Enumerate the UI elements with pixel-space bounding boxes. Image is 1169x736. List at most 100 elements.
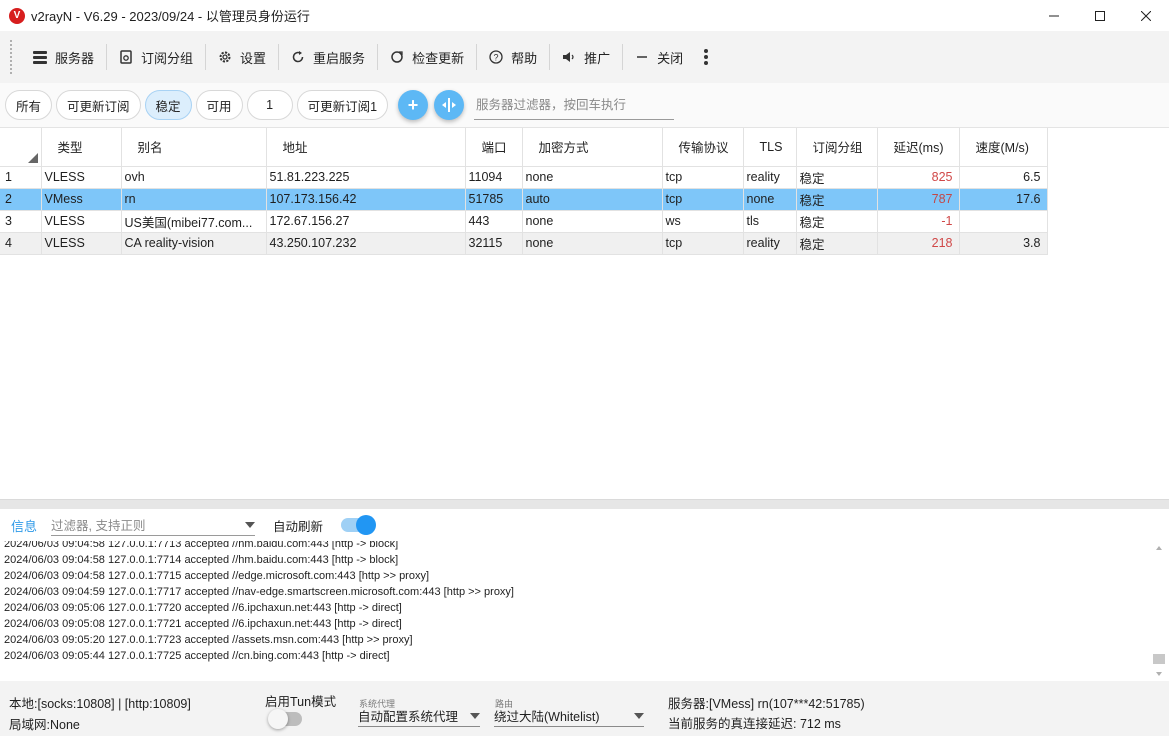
log-filter-combo[interactable]: 过滤器, 支持正则 [51, 514, 256, 536]
column-group[interactable]: 订阅分组 [796, 128, 878, 167]
cell-port: 443 [465, 210, 523, 233]
table-row[interactable]: 1 VLESS ovh 51.81.223.225 11094 none tcp… [0, 166, 1048, 189]
cell-port: 11094 [465, 166, 523, 189]
help-button[interactable]: ? 帮助 [477, 40, 549, 74]
chip-all[interactable]: 所有 [5, 90, 53, 120]
row-number: 2 [0, 188, 42, 211]
auto-refresh-toggle[interactable] [341, 515, 377, 535]
panel-splitter[interactable] [0, 499, 1169, 509]
log-toolbar: 信息 过滤器, 支持正则 自动刷新 [0, 509, 1169, 541]
cell-speed [959, 210, 1048, 233]
chip-stable[interactable]: 稳定 [144, 90, 192, 120]
table-row[interactable]: 3 VLESS US美国(mibei77.com... 172.67.156.2… [0, 210, 1048, 233]
column-address[interactable]: 地址 [266, 128, 466, 167]
column-alias[interactable]: 别名 [121, 128, 267, 167]
speaker-icon [563, 52, 574, 62]
cell-delay: -1 [877, 210, 960, 233]
subscription-icon [120, 50, 132, 64]
cell-group: 稳定 [796, 166, 878, 189]
column-network[interactable]: 传输协议 [662, 128, 744, 167]
cell-address: 172.67.156.27 [266, 210, 466, 233]
settings-label: 设置 [240, 50, 267, 66]
help-label: 帮助 [511, 50, 538, 66]
routing-value: 绕过大陆(Whitelist) [494, 710, 600, 724]
maximize-button[interactable] [1077, 0, 1123, 31]
chip-updatable-subscription[interactable]: 可更新订阅 [56, 90, 141, 120]
log-line: 2024/06/03 09:04:58 127.0.0.1:7715 accep… [4, 570, 430, 582]
cell-port: 32115 [465, 232, 523, 255]
cell-tls: none [743, 188, 797, 211]
server-table: 类型 别名 地址 端口 加密方式 传输协议 TLS 订阅分组 延迟(ms) 速度… [0, 127, 1169, 499]
subscription-button[interactable]: 订阅分组 [107, 40, 205, 74]
log-line: 2024/06/03 09:05:20 127.0.0.1:7723 accep… [4, 634, 413, 646]
cell-address: 43.250.107.232 [266, 232, 466, 255]
cell-speed: 6.5 [959, 166, 1048, 189]
log-scrollbar[interactable] [1151, 541, 1167, 681]
column-delay[interactable]: 延迟(ms) [877, 128, 960, 167]
log-line: 2024/06/03 09:05:08 127.0.0.1:7721 accep… [4, 618, 402, 630]
chip-available[interactable]: 可用 [195, 90, 243, 120]
cell-group: 稳定 [796, 188, 878, 211]
system-proxy-select[interactable]: 自动配置系统代理 [358, 705, 480, 727]
move-group-button[interactable] [434, 90, 465, 120]
close-window-button[interactable] [1123, 0, 1169, 31]
check-update-button[interactable]: 检查更新 [378, 40, 476, 74]
settings-button[interactable]: 设置 [206, 40, 278, 74]
cell-address: 107.173.156.42 [266, 188, 466, 211]
column-tls[interactable]: TLS [743, 128, 797, 167]
log-lines: 2024/06/03 09:04:58 127.0.0.1:7713 accep… [4, 541, 1144, 664]
cell-type: VLESS [41, 210, 122, 233]
subscription-label: 订阅分组 [141, 50, 194, 66]
log-filter-placeholder: 过滤器, 支持正则 [51, 519, 146, 533]
cell-network: tcp [662, 188, 744, 211]
cell-group: 稳定 [796, 210, 878, 233]
log-output[interactable]: 2024/06/03 09:04:58 127.0.0.1:7713 accep… [0, 541, 1169, 681]
scroll-up-icon[interactable] [1151, 541, 1167, 557]
cell-alias: CA reality-vision [121, 232, 267, 255]
close-app-button[interactable]: 关闭 [623, 40, 695, 74]
toolbar-grip [10, 40, 13, 74]
table-row-selected[interactable]: 2 VMess rn 107.173.156.42 51785 auto tcp… [0, 188, 1048, 211]
scroll-thumb[interactable] [1153, 654, 1165, 664]
column-type[interactable]: 类型 [41, 128, 122, 167]
check-update-label: 检查更新 [412, 50, 465, 66]
status-bar: 本地:[socks:10808] | [http:10809] 局域网:None… [0, 681, 1169, 736]
column-security[interactable]: 加密方式 [522, 128, 663, 167]
cell-network: tcp [662, 166, 744, 189]
restart-service-label: 重启服务 [313, 50, 366, 66]
lan-status: 局域网:None [9, 718, 80, 732]
table-row[interactable]: 4 VLESS CA reality-vision 43.250.107.232… [0, 232, 1048, 255]
cell-address: 51.81.223.225 [266, 166, 466, 189]
cell-type: VLESS [41, 166, 122, 189]
servers-label: 服务器 [55, 50, 95, 66]
log-line: 2024/06/03 09:04:58 127.0.0.1:7714 accep… [4, 554, 399, 566]
cell-type: VMess [41, 188, 122, 211]
servers-button[interactable]: 服务器 [21, 40, 106, 74]
more-options-button[interactable] [695, 40, 725, 74]
server-filter-input[interactable] [474, 90, 675, 120]
log-info-tab[interactable]: 信息 [11, 516, 37, 535]
minus-icon [637, 56, 648, 58]
minimize-button[interactable] [1031, 0, 1077, 31]
column-port[interactable]: 端口 [465, 128, 523, 167]
chip-1[interactable]: 1 [246, 90, 293, 120]
tun-mode-toggle[interactable] [268, 709, 302, 729]
restart-service-button[interactable]: 重启服务 [279, 40, 377, 74]
chip-updatable-subscription-1[interactable]: 可更新订阅1 [296, 90, 389, 120]
cell-speed: 3.8 [959, 232, 1048, 255]
title-bar: V v2rayN - V6.29 - 2023/09/24 - 以管理员身份运行 [0, 0, 1169, 31]
scroll-down-icon[interactable] [1151, 665, 1167, 681]
log-line: 2024/06/03 09:04:59 127.0.0.1:7717 accep… [4, 586, 514, 598]
add-group-button[interactable]: + [398, 90, 429, 120]
promotion-button[interactable]: 推广 [550, 40, 622, 74]
cell-group: 稳定 [796, 232, 878, 255]
cell-port: 51785 [465, 188, 523, 211]
promotion-label: 推广 [584, 50, 611, 66]
cell-speed: 17.6 [959, 188, 1048, 211]
column-speed[interactable]: 速度(M/s) [959, 128, 1048, 167]
cell-network: tcp [662, 232, 744, 255]
routing-select[interactable]: 绕过大陆(Whitelist) [494, 705, 644, 727]
select-all-corner[interactable] [0, 128, 42, 167]
cell-tls: reality [743, 232, 797, 255]
cell-alias: rn [121, 188, 267, 211]
